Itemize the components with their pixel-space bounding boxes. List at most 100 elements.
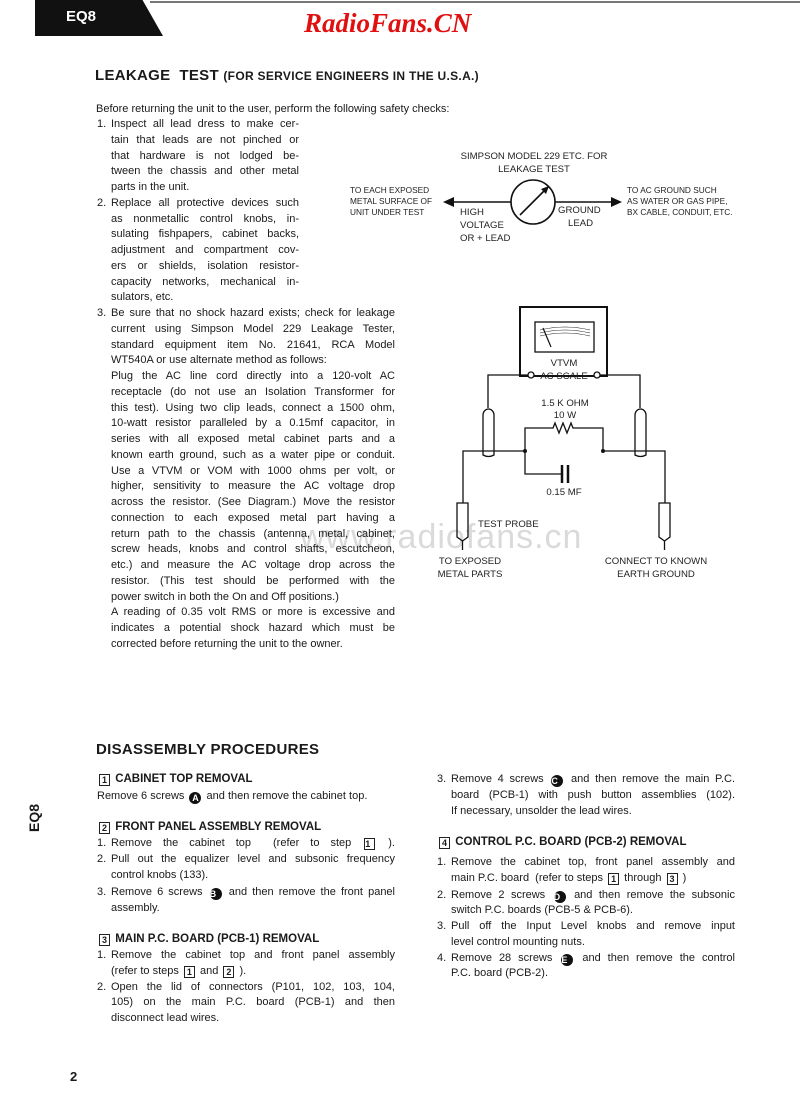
d1-ground-1: GROUND	[558, 205, 601, 216]
step-text: and then remove the control	[575, 952, 735, 964]
test-probe-left	[456, 502, 469, 542]
step-line: main P.C. board (refer to steps 1 throug…	[451, 872, 735, 887]
step-text: Remove 2 screws	[451, 889, 552, 901]
step-line: 105) on the main P.C. board (PCB-1) and …	[111, 996, 395, 1011]
step-number: 3.	[97, 886, 107, 898]
step-text: If necessary, unsolder the lead wires.	[451, 805, 632, 817]
step-line: Pull out the equalizer level and subsoni…	[111, 853, 395, 868]
screw-marker-icon: A	[189, 792, 202, 804]
step-line: (refer to steps 1 and 2 ).	[111, 965, 395, 980]
step-number: 2.	[97, 853, 107, 865]
d1-ground-2: LEAD	[568, 218, 593, 229]
step-number: 2.	[437, 889, 447, 901]
step-text: Remove 6 screws	[97, 790, 188, 802]
step-number: 3.	[437, 920, 447, 932]
d1-high-2: VOLTAGE	[460, 220, 504, 231]
step-line: Remove 6 screws B and then remove the fr…	[111, 886, 395, 901]
section-heading: 2 FRONT PANEL ASSEMBLY REMOVAL	[97, 821, 395, 836]
step-line: level control mounting nuts.	[451, 936, 735, 951]
step-ref-box: 1	[99, 774, 110, 786]
step-line: board (PCB-1) with push button assemblie…	[451, 789, 735, 804]
step-text: Pull off the Input Level knobs and remov…	[451, 920, 735, 932]
step-line: If necessary, unsolder the lead wires.	[451, 805, 735, 820]
step-number: 4.	[437, 952, 447, 964]
clip-lead-right	[634, 408, 647, 458]
step-number: 2.	[97, 981, 107, 993]
d1-right-2: AS WATER OR GAS PIPE,	[627, 196, 728, 206]
step-ref-box: 3	[666, 873, 678, 885]
meter-label: VTVM	[551, 358, 578, 369]
screw-marker-icon: D	[553, 891, 566, 903]
step-line: Remove 4 screws C and then remove the ma…	[451, 773, 735, 788]
step-text: CONTROL P.C. BOARD (PCB-2) REMOVAL	[452, 836, 687, 848]
d1-high-1: HIGH	[460, 207, 484, 218]
d1-title-1: SIMPSON MODEL 229 ETC. FOR	[461, 151, 608, 162]
step-text: disconnect lead wires.	[111, 1012, 220, 1024]
step-ref-box: 1	[364, 838, 376, 850]
test-probe-label: TEST PROBE	[478, 519, 539, 530]
step-text: through	[621, 872, 665, 884]
d1-title-2: LEAKAGE TEST	[498, 164, 570, 175]
step-text: FRONT PANEL ASSEMBLY REMOVAL	[112, 821, 322, 833]
meter-window	[534, 321, 595, 353]
probe-left-label-2: METAL PARTS	[438, 569, 503, 580]
wire-probe-right	[603, 450, 666, 503]
step-text: Remove 4 screws	[451, 773, 550, 785]
d1-left-1: TO EACH EXPOSED	[350, 185, 429, 195]
step-ref-box: 4	[439, 837, 450, 849]
list-line: indicates a potential shock hazard which…	[111, 622, 395, 634]
step-number: 1.	[97, 837, 107, 849]
d1-right-3: BX CABLE, CONDUIT, ETC.	[627, 207, 733, 217]
resistor-label-1: 1.5 K OHM	[541, 398, 588, 409]
step-text: and then remove the cabinet top.	[203, 790, 368, 802]
step-text: switch P.C. boards (PCB-5 & PCB-6).	[451, 904, 633, 916]
wire-right	[600, 374, 641, 408]
step-text: Pull out the equalizer level and subsoni…	[111, 853, 395, 865]
resistor-label-2: 10 W	[554, 410, 577, 421]
step-text: level control mounting nuts.	[451, 936, 585, 948]
arrow-left-icon	[443, 197, 454, 207]
probe-left-label-1: TO EXPOSED	[439, 556, 501, 567]
step-line: Remove the cabinet top (refer to step 1 …	[111, 837, 395, 852]
step-text: board (PCB-1) with push button assemblie…	[451, 789, 735, 801]
step-ref-box: 1	[183, 966, 195, 978]
step-text: and	[196, 965, 222, 977]
clip-lead-left	[482, 408, 495, 458]
step-ref-box: 2	[99, 822, 110, 834]
screw-marker-icon: C	[551, 775, 564, 787]
step-text: Open the lid of connectors (P101, 102, 1…	[111, 981, 395, 993]
section-heading: 1 CABINET TOP REMOVAL	[97, 773, 395, 788]
step-text: and then remove the main P.C.	[565, 773, 735, 785]
step-line: Open the lid of connectors (P101, 102, 1…	[111, 981, 395, 996]
step-line: Remove 6 screws A and then remove the ca…	[97, 790, 395, 805]
step-line: switch P.C. boards (PCB-5 & PCB-6).	[451, 904, 735, 919]
step-line: disconnect lead wires.	[111, 1012, 395, 1027]
step-text: (refer to steps	[111, 965, 182, 977]
step-line: Remove 2 screws D and then remove the su…	[451, 889, 735, 904]
wire-probe-left	[462, 450, 525, 503]
step-line: control knobs (133).	[111, 869, 395, 884]
step-number: 1.	[437, 856, 447, 868]
probe-right-label-1: CONNECT TO KNOWN	[605, 556, 707, 567]
step-line: Remove 28 screws E and then remove the c…	[451, 952, 735, 967]
step-text: ).	[236, 965, 247, 977]
step-line: Remove the cabinet top, front panel asse…	[451, 856, 735, 871]
step-line: assembly.	[111, 902, 395, 917]
step-number: 1.	[97, 949, 107, 961]
step-text: CABINET TOP REMOVAL	[112, 773, 253, 785]
step-text: assembly.	[111, 902, 160, 914]
step-ref-box: 2	[223, 966, 235, 978]
capacitor-wire	[524, 451, 562, 475]
step-ref-box: 3	[99, 934, 110, 946]
probe-right-label-2: EARTH GROUND	[617, 569, 695, 580]
step-text: and then remove the subsonic	[567, 889, 735, 901]
step-text: Remove the cabinet top (refer to step	[111, 837, 363, 849]
step-line: Pull off the Input Level knobs and remov…	[451, 920, 735, 935]
d1-high-3: OR + LEAD	[460, 233, 510, 244]
screw-marker-icon: B	[209, 888, 222, 900]
step-text: ).	[377, 837, 395, 849]
meter-needle	[519, 188, 547, 216]
step-text: Remove the cabinet top, front panel asse…	[451, 856, 735, 868]
step-line: P.C. board (PCB-2).	[451, 967, 735, 982]
leakage-tester-diagram: SIMPSON MODEL 229 ETC. FOR LEAKAGE TEST …	[350, 151, 733, 580]
